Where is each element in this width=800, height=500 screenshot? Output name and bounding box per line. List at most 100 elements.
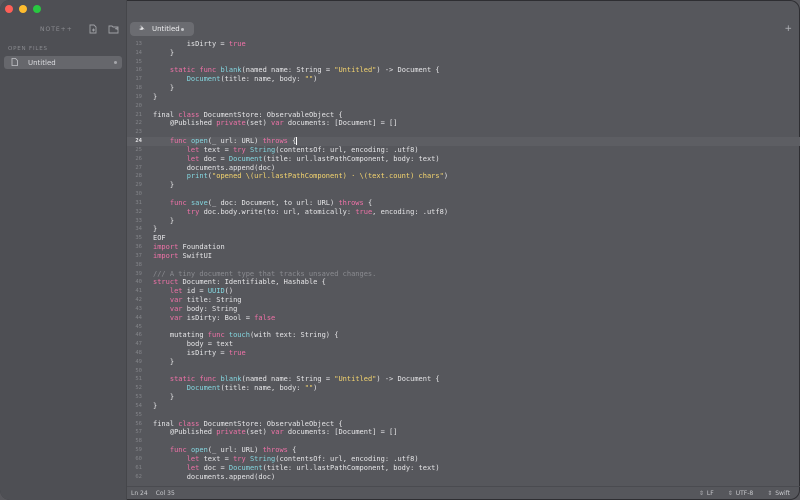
code-token: } — [153, 216, 175, 225]
code-line[interactable]: 21 final class DocumentStore: ObservableO… — [127, 111, 800, 120]
code-token: (with text: String) { — [249, 331, 339, 340]
code-line[interactable]: 52 Document(title: name, body: "") — [127, 384, 800, 393]
code-line[interactable]: 36 import Foundation — [127, 243, 800, 252]
code-line[interactable]: 20 — [127, 102, 800, 111]
line-number: 28 — [135, 173, 142, 180]
code-line[interactable]: 32 try doc.body.write(to: url, atomicall… — [127, 208, 800, 217]
code-token: String — [249, 454, 276, 463]
code-line[interactable]: 31 func save(_ doc: Document, to url: UR… — [127, 199, 800, 208]
code-line[interactable]: 53 } — [127, 393, 800, 402]
code-token: } — [153, 401, 158, 410]
code-line[interactable]: 28 print("opened \(url.lastPathComponent… — [127, 172, 800, 181]
zoom-window-button[interactable] — [33, 5, 41, 13]
code-line[interactable]: 15 — [127, 58, 800, 67]
code-line[interactable]: 43 var body: String — [127, 305, 800, 314]
code-token: } — [153, 393, 175, 402]
code-line[interactable]: 16 static func blank(named name: String … — [127, 66, 800, 75]
code-text: mutating func touch(with text: String) { — [153, 331, 339, 340]
code-token: var — [169, 304, 183, 313]
code-token: (_ doc: Document, to url: URL) — [207, 198, 339, 207]
code-line[interactable]: 17 Document(title: name, body: "") — [127, 75, 800, 84]
code-line[interactable]: 34} — [127, 225, 800, 234]
code-line[interactable]: 59 func open(_ url: URL) throws { — [127, 446, 800, 455]
code-line[interactable]: 35 EOF — [127, 234, 800, 243]
code-token: let — [186, 454, 200, 463]
minimize-window-button[interactable] — [19, 5, 27, 13]
line-number: 43 — [135, 305, 142, 312]
code-text: static func blank(named name: String = "… — [153, 66, 440, 75]
code-line[interactable]: 56 final class DocumentStore: ObservableO… — [127, 420, 800, 429]
code-token: documents: [Document] = [] — [283, 119, 398, 128]
code-text: final class DocumentStore: ObservableObj… — [153, 111, 343, 120]
code-text: } — [153, 358, 174, 367]
code-line[interactable]: 60 let text = try String(contentsOf: url… — [127, 455, 800, 464]
code-line[interactable]: 58 — [127, 437, 800, 446]
code-token: String — [249, 145, 276, 154]
code-token: (set) — [245, 428, 272, 437]
code-token: (_ url: URL) — [207, 446, 263, 455]
code-token: func — [169, 446, 187, 455]
code-line[interactable]: 19} — [127, 93, 800, 102]
new-file-icon[interactable] — [86, 22, 100, 36]
line-ending-selector[interactable]: ⇕ LF — [699, 490, 714, 497]
code-line[interactable]: 61 let doc = Document(title: url.lastPat… — [127, 464, 800, 473]
code-line[interactable]: 50 — [127, 367, 800, 376]
code-line[interactable]: 23 — [127, 128, 800, 137]
code-line[interactable]: 49 } — [127, 358, 800, 367]
code-line[interactable]: 51 static func blank(named name: String … — [127, 375, 800, 384]
sidebar-file-untitled[interactable]: Untitled — [4, 56, 122, 69]
tab-untitled[interactable]: Untitled — [130, 22, 194, 36]
code-token: print — [186, 172, 208, 181]
code-line[interactable]: 25 let text = try String(contentsOf: url… — [127, 146, 800, 155]
code-line[interactable]: 38 — [127, 261, 800, 270]
close-window-button[interactable] — [5, 5, 13, 13]
code-line[interactable]: 57 @Published private(set) var documents… — [127, 428, 800, 437]
code-line[interactable]: 41 let id = UUID() — [127, 287, 800, 296]
code-line[interactable]: 44 var isDirty: Bool = false — [127, 314, 800, 323]
encoding-selector[interactable]: ⇕ UTF-8 — [728, 490, 754, 497]
code-line[interactable]: 22 @Published private(set) var documents… — [127, 119, 800, 128]
code-line[interactable]: 62 documents.append(doc) — [127, 473, 800, 482]
code-text: } — [153, 225, 157, 234]
code-line[interactable]: 48 isDirty = true — [127, 349, 800, 358]
code-line[interactable]: 55 — [127, 411, 800, 420]
open-files-heading: OPEN FILES — [8, 46, 48, 52]
code-token: final — [153, 419, 179, 428]
code-text: isDirty = true — [153, 349, 246, 358]
code-line[interactable]: 54} — [127, 402, 800, 411]
code-editor[interactable]: 13 isDirty = true 14 } 15 16 static func bl… — [127, 40, 800, 487]
code-line[interactable]: 30 — [127, 190, 800, 199]
code-line[interactable]: 13 isDirty = true — [127, 40, 800, 49]
line-number: 58 — [135, 438, 142, 445]
open-folder-icon[interactable] — [106, 22, 120, 36]
language-selector[interactable]: ⇕ Swift — [767, 490, 790, 497]
code-text: let text = try String(contentsOf: url, e… — [153, 146, 419, 155]
code-line[interactable]: 29 } — [127, 181, 800, 190]
code-line[interactable]: 39 /// A tiny document type that tracks u… — [127, 270, 800, 279]
code-line[interactable]: 24 func open(_ url: URL) throws { — [127, 137, 800, 146]
code-line[interactable]: 33 } — [127, 217, 800, 226]
code-line[interactable]: 42 var title: String — [127, 296, 800, 305]
code-line[interactable]: 27 documents.append(doc) — [127, 164, 800, 173]
add-tab-button[interactable]: + — [784, 24, 792, 34]
code-line[interactable]: 47 body = text — [127, 340, 800, 349]
code-line[interactable]: 14 } — [127, 49, 800, 58]
code-line[interactable]: 26 let doc = Document(title: url.lastPat… — [127, 155, 800, 164]
code-line[interactable]: 45 — [127, 323, 800, 332]
code-token: "" — [304, 384, 314, 393]
code-line[interactable]: 18 } — [127, 84, 800, 93]
line-number: 19 — [135, 93, 142, 100]
code-token: private — [216, 428, 246, 437]
code-text: static func blank(named name: String = "… — [153, 375, 440, 384]
code-token: DocumentStore: ObservableObject { — [199, 110, 343, 119]
code-text: /// A tiny document type that tracks uns… — [153, 270, 376, 279]
code-line[interactable]: 46 mutating func touch(with text: String… — [127, 331, 800, 340]
code-line[interactable]: 40 struct Document: Identifiable, Hashabl… — [127, 278, 800, 287]
code-token: (title: url.lastPathComponent, body: tex… — [262, 463, 440, 472]
code-text: } — [153, 402, 157, 411]
code-line[interactable]: 37 import SwiftUI — [127, 252, 800, 261]
